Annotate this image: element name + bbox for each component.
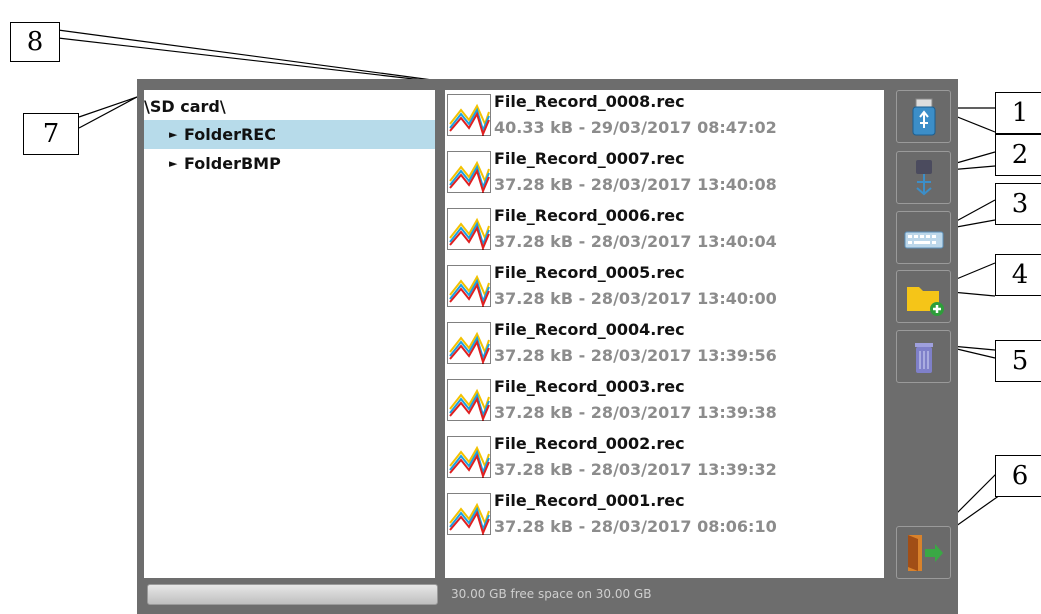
usb-drive-icon bbox=[912, 98, 936, 136]
delete-button[interactable] bbox=[896, 330, 951, 383]
chart-thumbnail-icon bbox=[447, 94, 491, 136]
keyboard-button[interactable] bbox=[896, 211, 951, 264]
free-space-text: 30.00 GB free space on 30.00 GB bbox=[451, 587, 652, 601]
callout-3: 3 bbox=[995, 183, 1041, 225]
file-name: File_Record_0001.rec bbox=[494, 491, 685, 510]
chart-thumbnail-icon bbox=[447, 151, 491, 193]
callout-2: 2 bbox=[995, 134, 1041, 176]
file-name: File_Record_0002.rec bbox=[494, 434, 685, 453]
callout-6: 6 bbox=[995, 455, 1041, 497]
file-list-item[interactable]: File_Record_0002.rec 37.28 kB - 28/03/20… bbox=[445, 432, 884, 489]
file-list-item[interactable]: File_Record_0004.rec 37.28 kB - 28/03/20… bbox=[445, 318, 884, 375]
folder-tree-panel[interactable]: \SD card\ ► FolderREC ► FolderBMP bbox=[144, 90, 435, 578]
usb-drive-button[interactable] bbox=[896, 90, 951, 143]
callout-8: 8 bbox=[10, 22, 60, 62]
keyboard-icon bbox=[904, 231, 944, 249]
file-name: File_Record_0005.rec bbox=[494, 263, 685, 282]
file-name: File_Record_0008.rec bbox=[494, 92, 685, 111]
file-list-item[interactable]: File_Record_0003.rec 37.28 kB - 28/03/20… bbox=[445, 375, 884, 432]
file-name: File_Record_0003.rec bbox=[494, 377, 685, 396]
file-meta: 37.28 kB - 28/03/2017 13:40:00 bbox=[494, 289, 777, 308]
file-meta: 37.28 kB - 28/03/2017 13:40:08 bbox=[494, 175, 777, 194]
file-list-item[interactable]: File_Record_0007.rec 37.28 kB - 28/03/20… bbox=[445, 147, 884, 204]
usb-eject-button[interactable] bbox=[896, 151, 951, 204]
chart-thumbnail-icon bbox=[447, 436, 491, 478]
callout-5: 5 bbox=[995, 340, 1041, 382]
tree-item-label: FolderREC bbox=[184, 125, 276, 144]
file-name: File_Record_0004.rec bbox=[494, 320, 685, 339]
callout-4: 4 bbox=[995, 254, 1041, 296]
file-name: File_Record_0007.rec bbox=[494, 149, 685, 168]
callout-7: 7 bbox=[23, 113, 79, 155]
callout-1: 1 bbox=[995, 92, 1041, 134]
file-meta: 37.28 kB - 28/03/2017 13:39:56 bbox=[494, 346, 777, 365]
file-list-item[interactable]: File_Record_0008.rec 40.33 kB - 29/03/20… bbox=[445, 90, 884, 147]
tree-item-label: FolderBMP bbox=[184, 154, 281, 173]
file-meta: 37.28 kB - 28/03/2017 13:39:38 bbox=[494, 403, 777, 422]
file-list-item[interactable]: File_Record_0001.rec 37.28 kB - 28/03/20… bbox=[445, 489, 884, 546]
chart-thumbnail-icon bbox=[447, 493, 491, 535]
file-list-item[interactable]: File_Record_0006.rec 37.28 kB - 28/03/20… bbox=[445, 204, 884, 261]
storage-progress-bar bbox=[147, 584, 438, 605]
file-list-item[interactable]: File_Record_0005.rec 37.28 kB - 28/03/20… bbox=[445, 261, 884, 318]
exit-door-icon bbox=[908, 535, 943, 571]
usb-eject-icon bbox=[916, 160, 932, 196]
trash-icon bbox=[915, 343, 933, 373]
file-meta: 40.33 kB - 29/03/2017 08:47:02 bbox=[494, 118, 777, 137]
file-list-panel[interactable]: File_Record_0008.rec 40.33 kB - 29/03/20… bbox=[445, 90, 884, 578]
exit-button[interactable] bbox=[896, 526, 951, 579]
file-meta: 37.28 kB - 28/03/2017 13:40:04 bbox=[494, 232, 777, 251]
file-meta: 37.28 kB - 28/03/2017 08:06:10 bbox=[494, 517, 777, 536]
tree-arrow-icon: ► bbox=[169, 128, 178, 141]
chart-thumbnail-icon bbox=[447, 379, 491, 421]
new-folder-icon bbox=[907, 287, 944, 316]
chart-thumbnail-icon bbox=[447, 265, 491, 307]
file-name: File_Record_0006.rec bbox=[494, 206, 685, 225]
tree-arrow-icon: ► bbox=[169, 157, 178, 170]
tree-item-folderbmp[interactable]: ► FolderBMP bbox=[144, 149, 435, 178]
tree-root-label[interactable]: \SD card\ bbox=[144, 90, 226, 124]
chart-thumbnail-icon bbox=[447, 208, 491, 250]
new-folder-button[interactable] bbox=[896, 270, 951, 323]
tree-item-folderrec[interactable]: ► FolderREC bbox=[144, 120, 435, 149]
file-meta: 37.28 kB - 28/03/2017 13:39:32 bbox=[494, 460, 777, 479]
chart-thumbnail-icon bbox=[447, 322, 491, 364]
